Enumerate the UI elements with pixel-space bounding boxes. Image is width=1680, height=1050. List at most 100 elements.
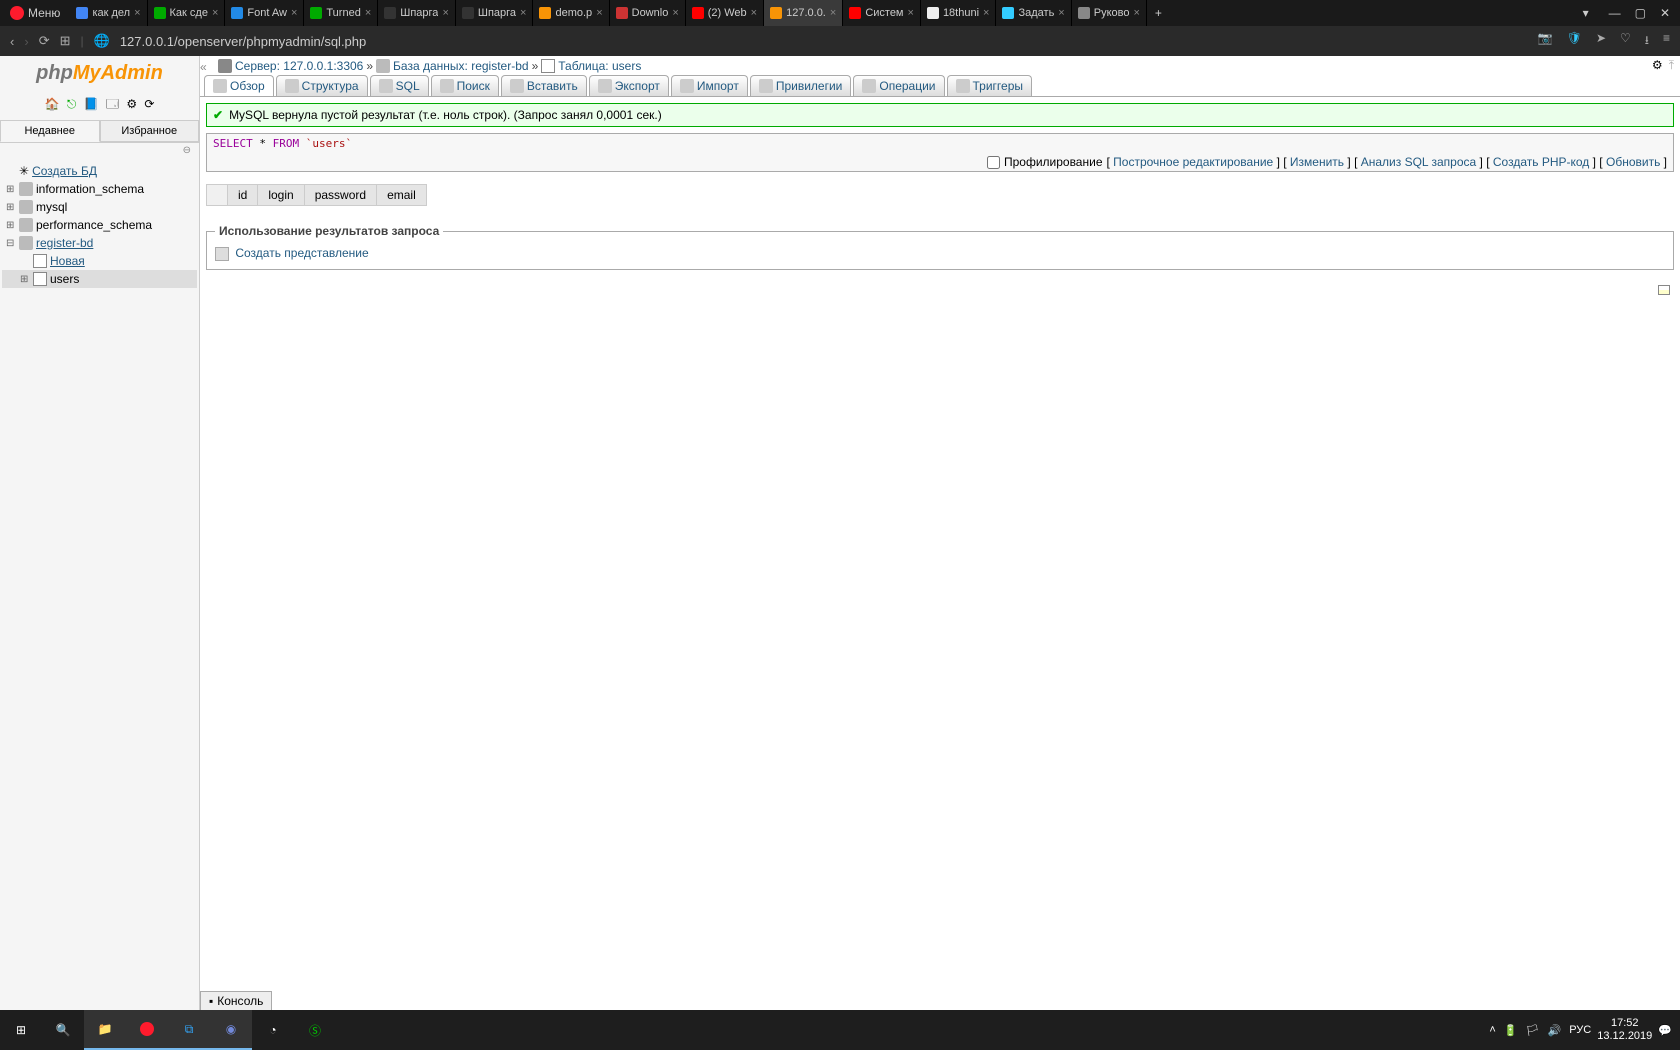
browser-tab-1[interactable]: Как сде× (148, 0, 226, 26)
create-view-link[interactable]: Создать представление (235, 246, 368, 260)
tab-close-icon[interactable]: × (1133, 7, 1139, 19)
browser-tab-3[interactable]: Turned× (304, 0, 378, 26)
tab-close-icon[interactable]: × (751, 7, 757, 19)
tab-close-icon[interactable]: × (134, 7, 140, 19)
browser-menu-icon[interactable]: ≡ (1663, 31, 1670, 52)
tab-close-icon[interactable]: × (830, 7, 836, 19)
url-bar[interactable]: 127.0.0.1/openserver/phpmyadmin/sql.php (120, 34, 1528, 49)
sql-action-4[interactable]: Обновить (1606, 155, 1660, 169)
notifications-icon[interactable]: 💬 (1658, 1024, 1672, 1037)
speed-dial-button[interactable]: ⊞ (60, 33, 71, 49)
opera-taskbar-button[interactable] (126, 1010, 168, 1050)
site-info-icon[interactable]: 🌐 (94, 33, 110, 49)
language-indicator[interactable]: РУС (1569, 1024, 1591, 1036)
table-users[interactable]: ⊞ users (2, 270, 197, 288)
column-selector[interactable] (207, 185, 228, 206)
browser-tab-11[interactable]: 18thuni× (921, 0, 997, 26)
tab-Структура[interactable]: Структура (276, 75, 368, 96)
reload-button[interactable]: ⟳ (39, 33, 50, 49)
page-settings-icon[interactable]: ⚙ (1652, 58, 1663, 73)
tab-close-icon[interactable]: × (365, 7, 371, 19)
profiling-checkbox[interactable] (987, 156, 1000, 169)
sql-action-1[interactable]: Изменить (1290, 155, 1344, 169)
sql-action-3[interactable]: Создать PHP-код (1493, 155, 1589, 169)
browser-tab-2[interactable]: Font Aw× (225, 0, 304, 26)
browser-tab-10[interactable]: Систем× (843, 0, 921, 26)
forward-button[interactable]: › (24, 34, 28, 49)
logout-icon[interactable]: ⎋ (67, 97, 77, 111)
favorite-tab[interactable]: Избранное (100, 120, 200, 142)
search-button[interactable]: 🔍 (42, 1010, 84, 1050)
tab-Вставить[interactable]: Вставить (501, 75, 587, 96)
browser-tab-4[interactable]: Шпарга× (378, 0, 456, 26)
db-mysql[interactable]: ⊞mysql (2, 198, 197, 216)
browser-tab-9[interactable]: 127.0.0.× (764, 0, 843, 26)
phpmyadmin-logo[interactable]: phpMyAdmin (0, 56, 199, 91)
breadcrumb-table[interactable]: Таблица: users (558, 59, 641, 73)
db-register-bd[interactable]: ⊟ register-bd (2, 234, 197, 252)
new-tab-button[interactable]: + (1147, 6, 1170, 20)
tab-close-icon[interactable]: × (520, 7, 526, 19)
start-button[interactable]: ⊞ (0, 1010, 42, 1050)
window-close-button[interactable]: ✕ (1660, 6, 1670, 20)
tab-close-icon[interactable]: × (908, 7, 914, 19)
tab-close-icon[interactable]: × (1058, 7, 1064, 19)
tab-Обзор[interactable]: Обзор (204, 75, 274, 96)
steam-button[interactable]: ◔ (252, 1010, 294, 1050)
create-db-link[interactable]: ✳ Создать БД (2, 162, 197, 180)
docs-icon[interactable]: 📘 (84, 97, 99, 111)
expand-icon[interactable]: ⊞ (6, 220, 16, 231)
shield-icon[interactable]: 🛡 (1567, 31, 1582, 52)
column-password[interactable]: password (304, 185, 376, 206)
browser-tab-6[interactable]: demo.p× (533, 0, 609, 26)
browser-tab-0[interactable]: как дел× (70, 0, 147, 26)
tab-close-icon[interactable]: × (596, 7, 602, 19)
discord-button[interactable]: ◉ (210, 1010, 252, 1050)
browser-tab-13[interactable]: Руково× (1072, 0, 1147, 26)
column-login[interactable]: login (258, 185, 304, 206)
tab-Экспорт[interactable]: Экспорт (589, 75, 669, 96)
tab-Привилегии[interactable]: Привилегии (750, 75, 852, 96)
tab-SQL[interactable]: SQL (370, 75, 429, 96)
sql-icon[interactable]: 🗔 (106, 97, 119, 111)
expand-icon[interactable]: ⊞ (20, 274, 30, 285)
chevron-up-icon[interactable]: ˄ (1489, 1024, 1495, 1036)
sql-action-0[interactable]: Построчное редактирование (1113, 155, 1273, 169)
browser-tab-12[interactable]: Задать× (996, 0, 1071, 26)
db-information_schema[interactable]: ⊞information_schema (2, 180, 197, 198)
collapse-tree-icon[interactable]: ⊖ (0, 143, 199, 158)
flag-icon[interactable]: 🏳 (1526, 1024, 1540, 1037)
column-email[interactable]: email (377, 185, 427, 206)
camera-icon[interactable]: 📷 (1538, 31, 1553, 52)
page-up-icon[interactable]: ⤒ (1669, 58, 1674, 73)
tab-Поиск[interactable]: Поиск (431, 75, 499, 96)
expand-icon[interactable]: ⊞ (6, 184, 16, 195)
new-table-link[interactable]: Новая (2, 252, 197, 270)
explorer-button[interactable]: 📁 (84, 1010, 126, 1050)
collapse-sidebar-button[interactable]: « (200, 56, 212, 75)
console-toggle[interactable]: ▪ Консоль (200, 991, 272, 1010)
system-tray[interactable]: ˄ 🔋 🏳 🔊 РУС (1489, 1024, 1591, 1037)
tab-close-icon[interactable]: × (442, 7, 448, 19)
tab-close-icon[interactable]: × (291, 7, 297, 19)
browser-tab-5[interactable]: Шпарга× (456, 0, 534, 26)
heart-icon[interactable]: ♡ (1620, 31, 1631, 52)
db-performance_schema[interactable]: ⊞performance_schema (2, 216, 197, 234)
reload-nav-icon[interactable]: ⟳ (144, 97, 154, 111)
send-icon[interactable]: ➤ (1596, 31, 1606, 52)
app-s-button[interactable]: Ⓢ (294, 1010, 336, 1050)
tab-Триггеры[interactable]: Триггеры (947, 75, 1033, 96)
opera-menu-button[interactable]: Меню (0, 0, 70, 26)
vscode-button[interactable]: ⧉ (168, 1010, 210, 1050)
sql-action-2[interactable]: Анализ SQL запроса (1361, 155, 1476, 169)
column-id[interactable]: id (228, 185, 258, 206)
browser-tab-7[interactable]: Downlo× (610, 0, 686, 26)
tab-close-icon[interactable]: × (212, 7, 218, 19)
collapse-icon[interactable]: ⊟ (6, 238, 16, 249)
tab-close-icon[interactable]: × (983, 7, 989, 19)
tab-Операции[interactable]: Операции (853, 75, 944, 96)
battery-icon[interactable]: 🔋 (1504, 1024, 1518, 1037)
tab-Импорт[interactable]: Импорт (671, 75, 748, 96)
window-minimize-button[interactable]: — (1609, 6, 1621, 20)
breadcrumb-database[interactable]: База данных: register-bd (393, 59, 529, 73)
